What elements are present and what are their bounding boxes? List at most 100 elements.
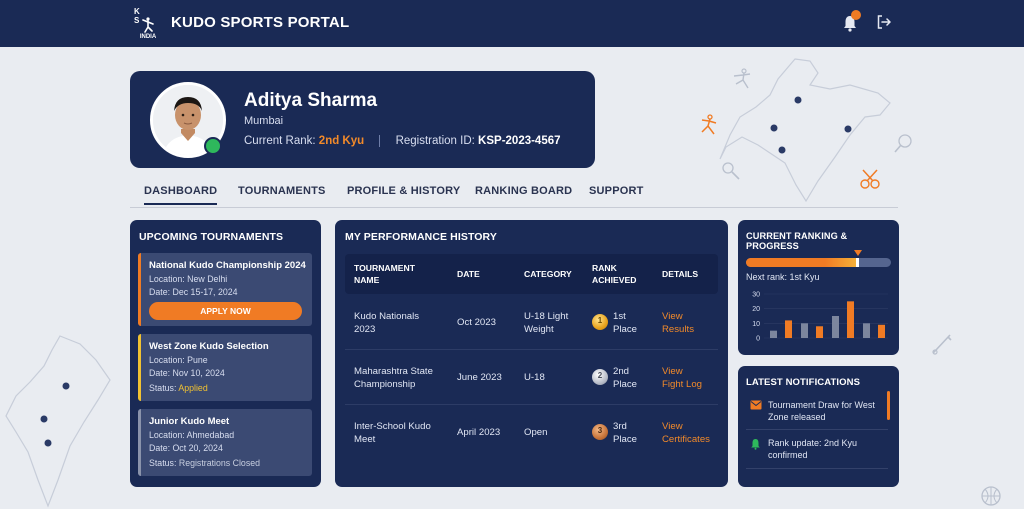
view-results-link[interactable]: View Results (662, 310, 694, 336)
y-tick-label: 0 (756, 336, 760, 343)
panel-title: MY PERFORMANCE HISTORY (345, 231, 497, 243)
racket-icon (722, 162, 740, 180)
chart-bar (863, 323, 870, 338)
tab-tournaments[interactable]: TOURNAMENTS (238, 185, 326, 197)
notifications-panel: LATEST NOTIFICATIONS Tournament Draw for… (738, 366, 899, 487)
chart-bar (878, 324, 885, 338)
row-rank: 2nd Place (613, 366, 637, 390)
gold-medal-icon: 1 (592, 314, 608, 330)
chart-bar (801, 323, 808, 338)
row-rank: 3rd Place (613, 421, 637, 445)
progress-chart: 0 10 20 30 (752, 292, 888, 343)
tournament-location: Location: New Delhi (149, 274, 228, 284)
hockey-stick-icon (932, 334, 952, 355)
chart-bar (770, 330, 777, 338)
card-accent (138, 334, 141, 401)
row-date: Oct 2023 (457, 317, 496, 328)
row-category: U-18 (524, 372, 545, 383)
progress-pointer (854, 250, 862, 256)
notification-item[interactable]: Rank update: 2nd Kyu confirmed (750, 437, 886, 463)
next-rank-text: Next rank: 1st Kyu (746, 272, 820, 282)
table-row: Maharashtra State Championship June 2023 … (345, 350, 718, 405)
notification-text: Tournament Draw for West Zone released (768, 400, 875, 422)
rank-progress-bar (746, 250, 891, 267)
status-value: Registrations Closed (178, 458, 261, 468)
tab-profile-history[interactable]: PROFILE & HISTORY (347, 185, 460, 197)
divider (746, 468, 888, 469)
status-value: Applied (178, 383, 208, 393)
tournament-location: Location: Pune (149, 355, 208, 365)
apply-now-button[interactable]: APPLY NOW (149, 302, 302, 320)
mail-icon (750, 400, 762, 410)
karate-figure-icon (142, 17, 154, 33)
card-accent (138, 253, 141, 326)
rank-label: Current Rank: (244, 135, 316, 148)
kick-figure-icon (733, 68, 751, 89)
registration-label: Registration ID: (395, 135, 475, 148)
notification-item[interactable]: Tournament Draw for West Zone released (750, 399, 886, 425)
table-row: Inter-School Kudo Meet April 2023 Open 3 … (345, 405, 718, 460)
ranking-progress-panel: CURRENT RANKING & PROGRESS Next rank: 1s… (738, 220, 899, 355)
tournament-name: Junior Kudo Meet (149, 416, 230, 427)
row-category: Open (524, 427, 548, 438)
notification-badge (851, 10, 861, 20)
progress-fill (746, 258, 859, 267)
tournament-card[interactable]: National Kudo Championship 2024 Location… (138, 253, 312, 326)
tournament-name: National Kudo Championship 2024 (149, 260, 306, 271)
row-date: June 2023 (457, 372, 502, 383)
tournament-card[interactable]: Junior Kudo Meet Location: Ahmedabad Dat… (138, 409, 312, 476)
profile-rank-line: Current Rank: 2nd Kyu Registration ID: K… (244, 135, 561, 147)
chart-bar (816, 326, 823, 338)
panel-title: LATEST NOTIFICATIONS (746, 377, 861, 388)
y-tick-label: 20 (752, 306, 760, 313)
profile-card: Aditya Sharma Mumbai Current Rank: 2nd K… (130, 71, 595, 168)
main-nav: DASHBOARD TOURNAMENTS PROFILE & HISTORY … (130, 183, 898, 208)
y-tick-label: 30 (752, 292, 760, 299)
silver-medal-icon: 2 (592, 369, 608, 385)
registration-id: KSP-2023-4567 (478, 135, 561, 148)
tournament-card[interactable]: West Zone Kudo Selection Location: Pune … (138, 334, 312, 401)
card-accent (138, 409, 141, 476)
app-title: KUDO SPORTS PORTAL (171, 14, 350, 31)
logo-country: INDIA (139, 34, 157, 40)
notification-text: Rank update: 2nd Kyu confirmed (768, 438, 858, 460)
chart-bar (847, 301, 854, 338)
row-date: April 2023 (457, 427, 501, 438)
row-tournament-name: Inter-School Kudo Meet (354, 421, 431, 445)
view-fight-log-link[interactable]: View Fight Log (662, 365, 702, 391)
tournament-date: Date: Oct 20, 2024 (149, 443, 223, 453)
tournament-status: Status: Registrations Closed (149, 458, 260, 468)
chart-bar (832, 316, 839, 338)
view-certificates-link[interactable]: View Certificates (662, 420, 710, 446)
panel-title: UPCOMING TOURNAMENTS (139, 231, 284, 243)
martial-arts-figure-icon (701, 114, 717, 135)
tennis-racket-icon (894, 134, 912, 153)
logout-icon[interactable] (876, 14, 892, 30)
upcoming-tournaments-panel: UPCOMING TOURNAMENTS National Kudo Champ… (130, 220, 321, 487)
app-logo[interactable]: K S INDIA (134, 5, 162, 41)
status-label: Status: (149, 458, 177, 468)
y-tick-label: 10 (752, 321, 760, 328)
status-label: Status: (149, 383, 177, 393)
progress-current-marker (856, 258, 859, 267)
performance-history-panel: MY PERFORMANCE HISTORY TOURNAMENT NAME D… (335, 220, 728, 487)
tournament-status: Status: Applied (149, 383, 208, 393)
column-header-category: CATEGORY (524, 269, 572, 279)
divider (379, 135, 381, 147)
row-rank: 1st Place (613, 311, 637, 335)
tab-dashboard[interactable]: DASHBOARD (144, 185, 218, 205)
row-tournament-name: Maharashtra State Championship (354, 366, 433, 390)
column-header-date: DATE (457, 269, 480, 279)
basketball-icon (981, 486, 1001, 506)
tournament-date: Date: Nov 10, 2024 (149, 368, 225, 378)
bell-icon (751, 439, 760, 450)
table-header: TOURNAMENT NAME DATE CATEGORY RANK ACHIE… (345, 254, 718, 294)
tournament-name: West Zone Kudo Selection (149, 341, 269, 352)
tab-ranking-board[interactable]: RANKING BOARD (475, 185, 572, 197)
chart-bar (785, 320, 792, 338)
tab-support[interactable]: SUPPORT (589, 185, 644, 197)
profile-city: Mumbai (244, 115, 284, 127)
table-row: Kudo Nationals 2023 Oct 2023 U-18 Light We… (345, 295, 718, 350)
tournament-location: Location: Ahmedabad (149, 430, 235, 440)
column-header-tournament: TOURNAMENT NAME (354, 263, 415, 285)
